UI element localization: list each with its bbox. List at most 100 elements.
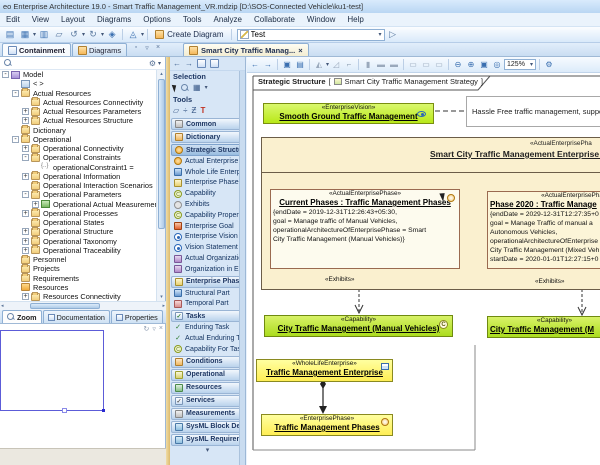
- document-tab[interactable]: Smart City Traffic Manag... ×: [183, 43, 309, 56]
- node-vision-statement[interactable]: Hassle Free traffic management, suppo: [466, 96, 600, 127]
- float-panel-icon[interactable]: ▫: [132, 44, 140, 52]
- tree-row[interactable]: Operational Traceability: [0, 246, 157, 255]
- tree-horizontal-scrollbar[interactable]: ◂ ▸: [0, 301, 166, 310]
- tree-expander-icon[interactable]: [12, 256, 19, 263]
- tree-expander-icon[interactable]: [22, 210, 29, 217]
- palette-row[interactable]: Actual Organization ▾: [170, 253, 245, 264]
- containment-options[interactable]: ⚙ ▾: [149, 59, 161, 68]
- open-icon[interactable]: ▤: [3, 28, 17, 41]
- chevron-down-icon[interactable]: ▾: [101, 31, 104, 38]
- tree-row[interactable]: Actual Resources: [0, 89, 157, 98]
- tree-row[interactable]: Dictionary: [0, 126, 157, 135]
- zoom-level-select[interactable]: 125% ▾: [504, 59, 536, 70]
- tree-expander-icon[interactable]: [22, 145, 29, 152]
- palette-row[interactable]: Capability For Task ▾: [170, 344, 245, 355]
- grid-tool-icon[interactable]: ▦: [193, 83, 201, 92]
- palette-row[interactable]: Measurements ▾: [171, 408, 244, 420]
- tree-expander-icon[interactable]: [12, 284, 19, 291]
- palette-row[interactable]: SysML Block Definitio ... ▾: [171, 421, 244, 433]
- align-right-icon[interactable]: ▭: [433, 59, 445, 71]
- close-panel-icon[interactable]: ×: [154, 44, 162, 52]
- tree-expander-icon[interactable]: [22, 228, 29, 235]
- undo-icon[interactable]: ↺: [67, 28, 81, 41]
- palette-row[interactable]: Conditions ▾: [171, 356, 244, 368]
- tab-documentation[interactable]: Documentation: [43, 310, 110, 323]
- tree-row[interactable]: Operational Processes: [0, 209, 157, 218]
- tree-expander-icon[interactable]: [2, 71, 9, 78]
- line-style-icon[interactable]: ◿: [330, 59, 342, 71]
- menu-item[interactable]: Help: [341, 15, 369, 24]
- pin-panel-icon[interactable]: ▿: [143, 44, 151, 52]
- tree-row[interactable]: Operational Taxonomy: [0, 237, 157, 246]
- palette-overflow-icon[interactable]: ▾: [170, 446, 245, 456]
- palette-settings-icon[interactable]: [210, 59, 219, 68]
- cut-icon[interactable]: ▱: [52, 28, 66, 41]
- quick-search-box[interactable]: ▾: [237, 29, 385, 41]
- palette-row[interactable]: Tasks ▾: [171, 310, 244, 322]
- zoom-in-icon[interactable]: ⊕: [465, 59, 477, 71]
- node-capability-mixed[interactable]: «Capability» City Traffic Management (M: [487, 316, 600, 338]
- create-diagram-button[interactable]: Create Diagram: [151, 28, 227, 41]
- paste-icon[interactable]: ▤: [294, 59, 306, 71]
- tree-expander-icon[interactable]: [12, 127, 19, 134]
- tree-expander-icon[interactable]: [22, 219, 29, 226]
- chevron-down-icon[interactable]: ▾: [33, 31, 36, 38]
- tree-row[interactable]: < >: [0, 79, 157, 88]
- tab-zoom[interactable]: Zoom: [2, 310, 42, 323]
- tree-row[interactable]: Operational Actual Measurements (.xlsx): [0, 200, 157, 209]
- tree-row[interactable]: Operational: [0, 135, 157, 144]
- node-actual-enterprise[interactable]: «ActualEnterprisePha Smart City Traffic …: [261, 137, 600, 290]
- close-tab-icon[interactable]: ×: [298, 46, 302, 55]
- palette-row[interactable]: Dictionary ▾: [171, 131, 244, 143]
- tree-row[interactable]: Actual Resources Structure: [0, 116, 157, 125]
- palette-row[interactable]: Actual Enterprise P... ▾: [170, 156, 245, 167]
- node-phase-2020[interactable]: «ActualEnterprisePha Phase 2020 : Traffi…: [487, 191, 600, 269]
- tree-expander-icon[interactable]: [22, 99, 29, 106]
- tree-vertical-scrollbar[interactable]: ▴ ▾: [156, 70, 165, 301]
- tree-row[interactable]: Resources Connectivity: [0, 292, 157, 301]
- zoom-viewport-handle[interactable]: [62, 408, 67, 413]
- zoom-tool-icon[interactable]: [181, 84, 189, 92]
- pin-panel-icon[interactable]: ▿: [152, 325, 156, 333]
- tree-expander-icon[interactable]: [12, 275, 19, 282]
- tree-expander-icon[interactable]: [22, 117, 29, 124]
- path-style-icon[interactable]: ⌐: [343, 59, 355, 71]
- lock-icon[interactable]: ▮: [362, 59, 374, 71]
- sync-icon[interactable]: ◬: [126, 28, 140, 41]
- forward-icon[interactable]: →: [262, 59, 274, 71]
- tab-properties[interactable]: Properties: [111, 310, 163, 323]
- zoom-fit-icon[interactable]: ▣: [478, 59, 490, 71]
- tree-expander-icon[interactable]: [22, 154, 29, 161]
- expand-toolbar-icon[interactable]: ▷: [386, 28, 400, 41]
- palette-row[interactable]: Exhibits ▾: [170, 199, 245, 210]
- tree-row[interactable]: Operational Structure: [0, 227, 157, 236]
- refresh-icon[interactable]: ↻: [144, 325, 150, 333]
- tree-expander-icon[interactable]: [12, 265, 19, 272]
- palette-row[interactable]: Services ▾: [171, 395, 244, 407]
- tree-row[interactable]: Requirements: [0, 274, 157, 283]
- palette-row[interactable]: Resources ▾: [171, 382, 244, 394]
- align-center-icon[interactable]: ▭: [420, 59, 432, 71]
- menu-item[interactable]: Collaborate: [248, 15, 301, 24]
- zoom-viewport-corner[interactable]: [102, 409, 105, 412]
- scroll-left-icon[interactable]: ◂: [1, 303, 4, 309]
- validate-icon[interactable]: ◈: [105, 28, 119, 41]
- tree-row[interactable]: Operational Parameters: [0, 190, 157, 199]
- note-tool-icon[interactable]: ▱: [173, 106, 179, 115]
- tree-row[interactable]: Operational Information: [0, 172, 157, 181]
- group-icon[interactable]: ▬: [375, 59, 387, 71]
- tree-expander-icon[interactable]: [22, 173, 29, 180]
- zoom-out-icon[interactable]: ⊖: [452, 59, 464, 71]
- palette-scrollbar[interactable]: [239, 71, 245, 465]
- tree-row[interactable]: Personnel: [0, 255, 157, 264]
- search-icon[interactable]: [4, 59, 12, 67]
- tree-expander-icon[interactable]: [22, 293, 29, 300]
- layers-icon[interactable]: ▬: [388, 59, 400, 71]
- menu-item[interactable]: Options: [137, 15, 177, 24]
- node-capability-manual[interactable]: «Capability» City Traffic Management (Ma…: [264, 315, 453, 337]
- print-icon[interactable]: ▥: [37, 28, 51, 41]
- node-enterprise-phases[interactable]: «EnterprisePhase» Traffic Management Pha…: [261, 414, 393, 436]
- tree-expander-icon[interactable]: [32, 164, 39, 171]
- back-icon[interactable]: ←: [249, 59, 261, 71]
- tree-expander-icon[interactable]: [22, 191, 29, 198]
